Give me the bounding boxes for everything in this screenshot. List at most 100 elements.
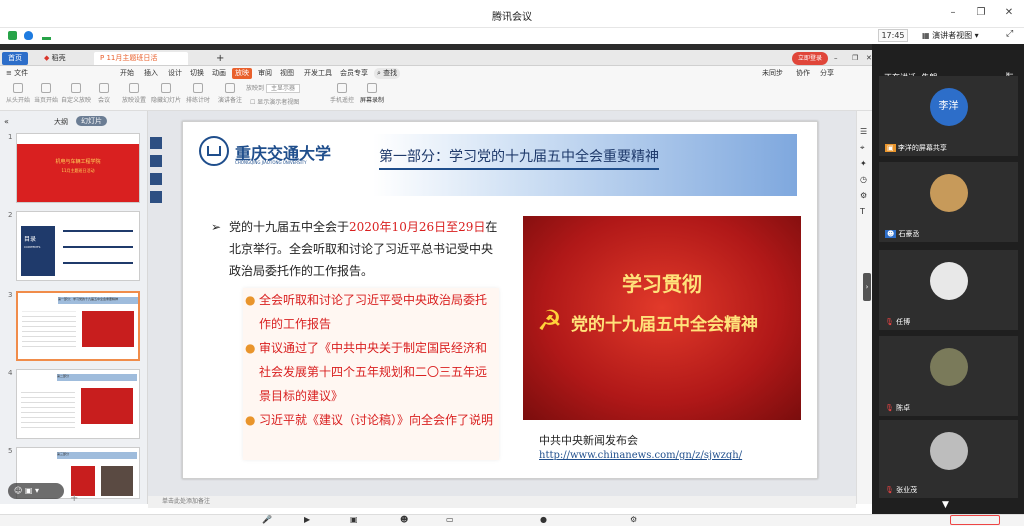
close-icon[interactable]: ✕ xyxy=(1002,6,1016,20)
menu-animation[interactable]: 动画 xyxy=(212,68,226,79)
settings-icon[interactable]: ⚙ xyxy=(630,515,637,524)
speaker-notes-button[interactable]: 演讲备注 xyxy=(212,83,248,104)
meeting-status-icon[interactable] xyxy=(8,31,17,40)
share-button[interactable]: 分享 xyxy=(820,68,834,79)
participant-tile[interactable]: 李洋 ▣ 李洋的屏幕共享 xyxy=(879,76,1018,156)
slideshow-settings-button[interactable]: 放映设置 xyxy=(116,83,152,104)
thumb-number: 2 xyxy=(8,211,13,219)
slide-thumbnail[interactable]: 第二部分 xyxy=(16,369,140,439)
arrow-bullet-icon: ➢ xyxy=(211,220,222,234)
expand-panel-icon[interactable]: › xyxy=(863,273,871,301)
docer-icon: ◆ xyxy=(44,54,52,62)
leave-meeting-button[interactable] xyxy=(950,515,1000,525)
collab-button[interactable]: 协作 xyxy=(796,68,810,79)
slide-thumbnail-pane: « 大纲 幻灯片 1 机电与车辆工程学院 11月主题班日活动 2 目录 CONT… xyxy=(0,111,148,504)
thumb-number: 5 xyxy=(8,447,13,455)
menu-member[interactable]: 会员专享 xyxy=(340,68,368,79)
record-icon[interactable]: ● xyxy=(540,515,547,524)
pointer-icon[interactable]: ⌖ xyxy=(860,143,865,153)
shield-icon[interactable] xyxy=(24,31,33,40)
members-icon[interactable]: ☻ xyxy=(400,515,408,524)
hide-icon xyxy=(161,83,171,93)
mic-icon[interactable]: 🎤 xyxy=(262,515,272,524)
bullet-box: ● 全会听取和讨论了习近平受中央政治局委托作的工作报告 ● 审议通过了《中共中央关于… xyxy=(243,288,499,460)
minimize-icon[interactable]: – xyxy=(946,6,960,20)
sync-status[interactable]: 未同步 xyxy=(762,68,783,79)
banner-line-1: 学习贯彻 xyxy=(622,272,702,296)
source-link[interactable]: http://www.chinanews.com/gn/z/sjwzqh/ xyxy=(539,450,742,461)
project-to-select[interactable]: 放映到 主显示器 xyxy=(246,83,306,93)
chat-icon[interactable]: ▭ xyxy=(446,515,454,524)
university-logo-icon xyxy=(199,136,229,166)
tab-home[interactable]: 首页 xyxy=(2,52,28,65)
screen-record-button[interactable]: 屏幕录制 xyxy=(354,83,390,104)
menu-insert[interactable]: 插入 xyxy=(144,68,158,79)
thumb-title: 第三部分 xyxy=(57,452,137,459)
layout-icon[interactable] xyxy=(150,137,162,149)
participant-tile[interactable]: 🎙 陈卓 xyxy=(879,336,1018,416)
menu-review[interactable]: 审阅 xyxy=(258,68,272,79)
share-screen-icon[interactable]: ▣ xyxy=(350,515,358,524)
search-box[interactable]: ⌕ 查找 xyxy=(374,68,401,79)
participant-tile[interactable]: 🎙 张业茂 xyxy=(879,420,1018,498)
tab-slides[interactable]: 幻灯片 xyxy=(76,116,107,126)
thumb-number: 3 xyxy=(8,291,13,299)
menu-design[interactable]: 设计 xyxy=(168,68,182,79)
login-badge[interactable]: 立即登录 xyxy=(792,52,829,65)
phone-icon xyxy=(337,83,347,93)
view-mode-toggle[interactable]: ▦ 演讲者视图 ▾ xyxy=(922,30,979,41)
new-tab-button[interactable]: + xyxy=(210,52,230,65)
collapse-pane-icon[interactable]: « xyxy=(4,117,9,126)
minimize-icon[interactable]: – xyxy=(828,52,844,65)
thumb-subtitle: CONTENTS xyxy=(24,245,41,249)
settings-icon[interactable]: ⚙ xyxy=(860,191,867,200)
menu-file[interactable]: ≡ 文件 xyxy=(6,68,28,79)
menu-transition[interactable]: 切换 xyxy=(190,68,204,79)
banner-line-2: 党的十九届五中全会精神 xyxy=(571,315,758,335)
menu-view[interactable]: 视图 xyxy=(280,68,294,79)
menu-devtools[interactable]: 开发工具 xyxy=(304,68,332,79)
presenter-view-checkbox[interactable]: ☐ 显示演示者视图 xyxy=(250,97,330,106)
menu-slideshow[interactable]: 放映 xyxy=(232,68,252,79)
participant-tile[interactable]: ☻ 石豪丞 xyxy=(879,162,1018,242)
avatar xyxy=(929,174,968,212)
ribbon-menu: ≡ 文件 开始 插入 设计 切换 动画 放映 审阅 视图 开发工具 会员专享 ⌕… xyxy=(0,66,872,81)
avatar xyxy=(929,432,968,470)
restore-icon[interactable]: ❐ xyxy=(974,6,988,20)
slide-thumbnail-selected[interactable]: 第一部分：学习党的十九届五中全会重要精神 xyxy=(16,291,140,361)
notes-bar[interactable]: 单击此处添加备注 xyxy=(148,496,856,508)
animation-icon[interactable]: ✦ xyxy=(860,159,867,168)
hamburger-icon: ≡ xyxy=(6,69,15,77)
camera-icon[interactable]: ▶ xyxy=(304,515,310,524)
properties-icon[interactable]: ☰ xyxy=(860,127,867,136)
participant-name: 🎙 张业茂 xyxy=(885,486,918,494)
scroll-down-icon[interactable]: ▼ xyxy=(942,500,949,510)
fullscreen-icon[interactable]: ⤢ xyxy=(1006,29,1013,39)
intro-paragraph: ➢ 党的十九届五中全会于2020年10月26日至29日在北京举行。全会听取和讨论… xyxy=(211,216,501,282)
tab-docer[interactable]: ◆ 稻壳 xyxy=(38,52,72,65)
dot-icon: ● xyxy=(245,293,256,307)
tab-document[interactable]: P 11月主题班日活动.pptx xyxy=(94,52,188,75)
history-icon[interactable]: ◷ xyxy=(860,175,867,184)
participant-tile[interactable]: 🎙 任博 xyxy=(879,250,1018,330)
theme-banner-image: 学习贯彻 ☭ 党的十九届五中全会精神 xyxy=(523,216,801,420)
floating-controls[interactable]: ☺ ▣ ▾ xyxy=(8,483,64,499)
right-tool-rail: ☰ ⌖ ✦ ◷ ⚙ T › xyxy=(856,111,872,504)
avatar xyxy=(929,262,968,300)
text-icon[interactable]: T xyxy=(860,207,865,216)
layout-icon[interactable] xyxy=(150,191,162,203)
mic-muted-icon: 🎙 xyxy=(885,404,894,412)
tab-outline[interactable]: 大纲 xyxy=(54,117,68,127)
add-slide-icon[interactable]: + xyxy=(70,493,78,504)
layout-icon[interactable] xyxy=(150,173,162,185)
layout-icon[interactable] xyxy=(150,155,162,167)
signal-icon xyxy=(42,32,51,40)
participant-name: 🎙 陈卓 xyxy=(885,404,911,412)
hide-slide-button[interactable]: 隐藏幻灯片 xyxy=(148,83,184,104)
menu-start[interactable]: 开始 xyxy=(120,68,134,79)
slide-thumbnail[interactable]: 机电与车辆工程学院 11月主题班日活动 xyxy=(16,133,140,203)
meeting-toolbar: 🎤 ▶ ▣ ☻ ▭ ● ⚙ xyxy=(0,514,1024,526)
rehearse-button[interactable]: 排练计时 xyxy=(180,83,216,104)
slide-thumbnail[interactable]: 目录 CONTENTS xyxy=(16,211,140,281)
thumb-title: 机电与车辆工程学院 xyxy=(55,159,101,165)
